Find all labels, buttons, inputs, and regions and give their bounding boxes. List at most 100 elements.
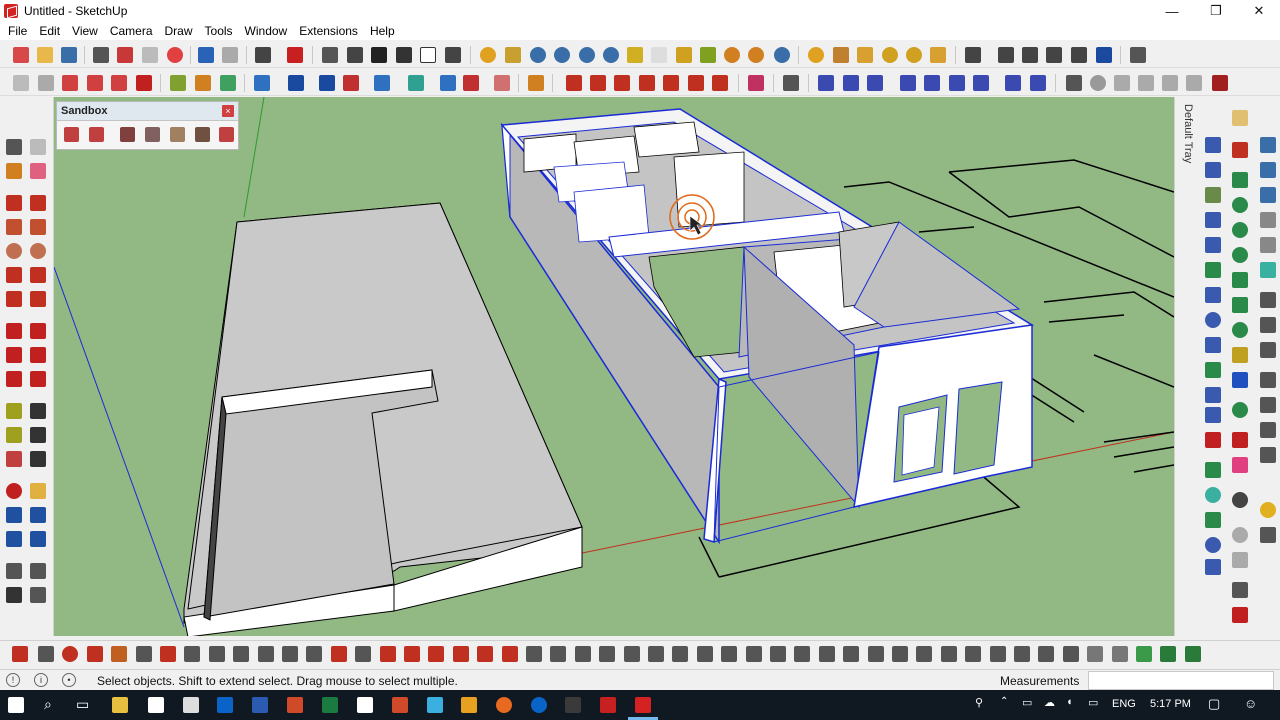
- battery-icon[interactable]: ▭: [1088, 696, 1098, 709]
- scenes-icon[interactable]: [1071, 47, 1087, 63]
- rp-tool-13-icon[interactable]: [1232, 272, 1248, 288]
- stretch-icon[interactable]: [374, 75, 390, 91]
- zoom-window-icon[interactable]: [30, 507, 46, 523]
- rp-tool-46-icon[interactable]: [1260, 342, 1276, 358]
- bt-tool-42-icon[interactable]: [1014, 646, 1030, 662]
- acrobat-icon[interactable]: [600, 697, 616, 713]
- rp-tool-7-icon[interactable]: [1232, 197, 1248, 213]
- settings-icon[interactable]: [357, 697, 373, 713]
- rect-tool-icon[interactable]: [6, 219, 22, 235]
- move-icon[interactable]: [319, 75, 335, 91]
- dimension-icon[interactable]: [676, 47, 692, 63]
- ruby-icon[interactable]: [554, 47, 570, 63]
- rp-tool-27-icon[interactable]: [1232, 457, 1248, 473]
- rp-tool-35-icon[interactable]: [1205, 559, 1221, 575]
- calculator-icon[interactable]: [183, 697, 199, 713]
- brush-icon[interactable]: [833, 47, 849, 63]
- bt-tool-35-icon[interactable]: [843, 646, 859, 662]
- new-icon[interactable]: [13, 47, 29, 63]
- move-tool-icon[interactable]: [6, 323, 22, 339]
- tool-o-icon[interactable]: [1186, 75, 1202, 91]
- default-tray-label[interactable]: Default Tray: [1178, 104, 1194, 174]
- bt-tool-10-icon[interactable]: [233, 646, 249, 662]
- bt-tool-26-icon[interactable]: [624, 646, 640, 662]
- bt-tool-16-icon[interactable]: [380, 646, 396, 662]
- menu-draw[interactable]: Draw: [159, 24, 199, 38]
- layout-icon[interactable]: [579, 47, 595, 63]
- bt-tool-36-icon[interactable]: [868, 646, 884, 662]
- start-icon[interactable]: [8, 697, 24, 713]
- component-tool-icon[interactable]: [30, 139, 46, 155]
- rp-tool-41-icon[interactable]: [1260, 212, 1276, 228]
- rp-tool-6-icon[interactable]: [1205, 187, 1221, 203]
- zoom-icon[interactable]: [6, 507, 22, 523]
- extrude-icon[interactable]: [566, 75, 582, 91]
- bt-tool-39-icon[interactable]: [941, 646, 957, 662]
- bt-tool-27-icon[interactable]: [648, 646, 664, 662]
- dimensions-icon[interactable]: [30, 403, 46, 419]
- bt-tool-11-icon[interactable]: [258, 646, 274, 662]
- follow-me-icon[interactable]: [30, 347, 46, 363]
- tool-n-icon[interactable]: [1162, 75, 1178, 91]
- bt-tool-15-icon[interactable]: [355, 646, 371, 662]
- rp-tool-39-icon[interactable]: [1260, 162, 1276, 178]
- protractor-icon[interactable]: [6, 427, 22, 443]
- extrude4-icon[interactable]: [639, 75, 655, 91]
- bt-tool-7-icon[interactable]: [160, 646, 176, 662]
- rp-tool-2-icon[interactable]: [1205, 137, 1221, 153]
- rp-tool-51-icon[interactable]: [1260, 502, 1276, 518]
- tool-d-icon[interactable]: [900, 75, 916, 91]
- bt-tool-44-icon[interactable]: [1063, 646, 1079, 662]
- word-icon[interactable]: [252, 697, 268, 713]
- drape-icon[interactable]: [170, 127, 185, 142]
- rp-tool-5-icon[interactable]: [1232, 172, 1248, 188]
- select-tool-icon[interactable]: [13, 75, 29, 91]
- rectangle-icon[interactable]: [111, 75, 127, 91]
- default-tray-strip[interactable]: [1174, 97, 1200, 636]
- bt-tool-13-icon[interactable]: [306, 646, 322, 662]
- tool-a-icon[interactable]: [818, 75, 834, 91]
- rp-tool-4-icon[interactable]: [1205, 162, 1221, 178]
- outliner-icon[interactable]: [1022, 47, 1038, 63]
- top-view-icon[interactable]: [347, 47, 363, 63]
- rp-tool-36-icon[interactable]: [1232, 582, 1248, 598]
- bt-tool-21-icon[interactable]: [502, 646, 518, 662]
- measurements-input[interactable]: [1088, 671, 1274, 690]
- volume-icon[interactable]: ◖: [1066, 696, 1073, 708]
- rp-tool-42-icon[interactable]: [1260, 237, 1276, 253]
- menu-view[interactable]: View: [66, 24, 104, 38]
- rp-tool-15-icon[interactable]: [1232, 297, 1248, 313]
- outlook-icon[interactable]: [217, 697, 233, 713]
- bt-tool-24-icon[interactable]: [575, 646, 591, 662]
- rp-tool-28-icon[interactable]: [1205, 462, 1221, 478]
- rp-tool-45-icon[interactable]: [1260, 317, 1276, 333]
- bt-tool-31-icon[interactable]: [746, 646, 762, 662]
- bt-tool-8-icon[interactable]: [184, 646, 200, 662]
- tool-m-icon[interactable]: [1138, 75, 1154, 91]
- solid-icon[interactable]: [170, 75, 186, 91]
- previous-view-icon[interactable]: [30, 531, 46, 547]
- warehouse-icon[interactable]: [480, 47, 496, 63]
- bt-tool-14-icon[interactable]: [331, 646, 347, 662]
- excel-icon[interactable]: [322, 697, 338, 713]
- paint-icon[interactable]: [62, 75, 78, 91]
- bt-tool-29-icon[interactable]: [697, 646, 713, 662]
- tag-icon[interactable]: [627, 47, 643, 63]
- rp-tool-47-icon[interactable]: [1260, 372, 1276, 388]
- menu-file[interactable]: File: [2, 24, 33, 38]
- arc-icon[interactable]: [6, 267, 22, 283]
- position-camera-icon[interactable]: [6, 563, 22, 579]
- redo-icon[interactable]: [222, 47, 238, 63]
- left-view-icon[interactable]: [445, 47, 461, 63]
- point-icon[interactable]: [808, 47, 824, 63]
- open-icon[interactable]: [37, 47, 53, 63]
- tool-j-icon[interactable]: [1066, 75, 1082, 91]
- xbox-icon[interactable]: [565, 697, 581, 713]
- rp-tool-30-icon[interactable]: [1205, 487, 1221, 503]
- cube-icon[interactable]: [254, 75, 270, 91]
- text-icon[interactable]: [30, 427, 46, 443]
- extrude7-icon[interactable]: [712, 75, 728, 91]
- walk-icon[interactable]: [6, 587, 22, 603]
- help-icon[interactable]: i: [34, 673, 48, 687]
- bt-tool-46-icon[interactable]: [1112, 646, 1128, 662]
